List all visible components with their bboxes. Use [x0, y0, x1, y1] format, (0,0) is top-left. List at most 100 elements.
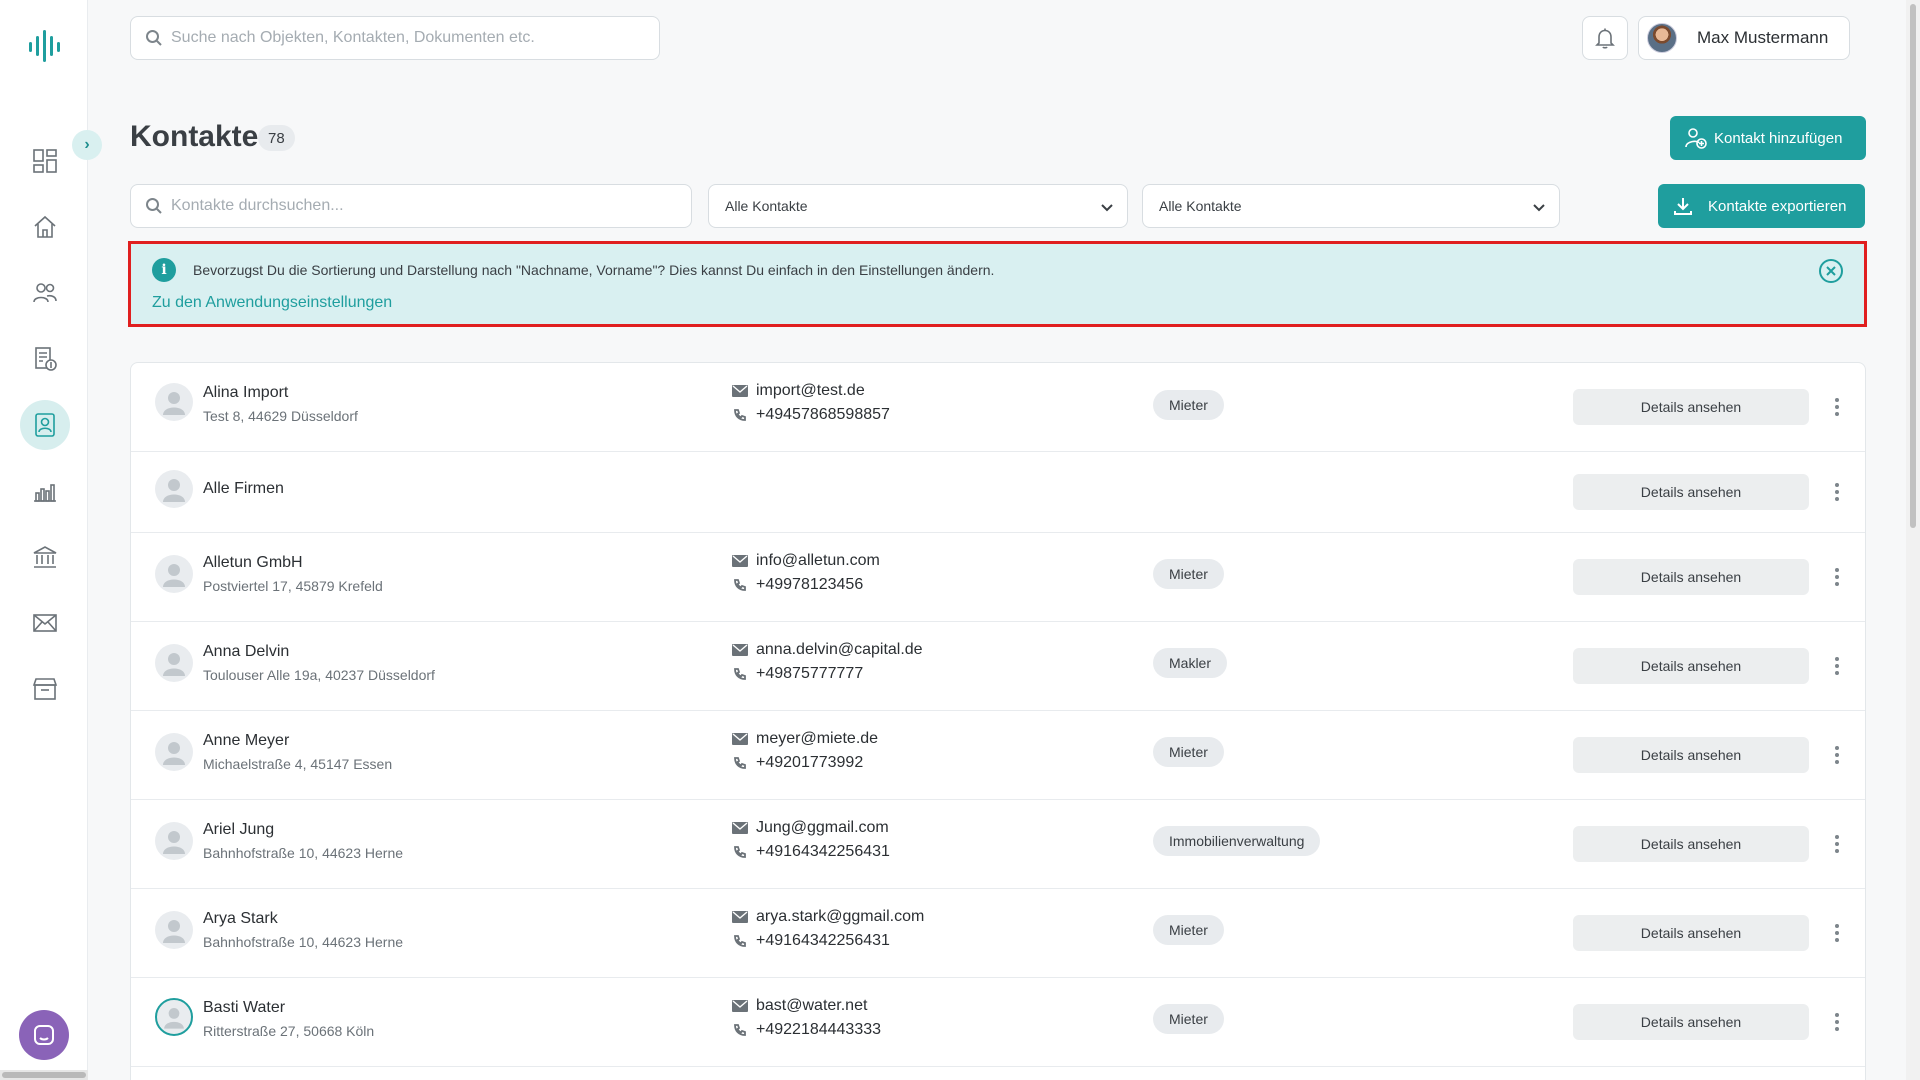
add-contact-label: Kontakt hinzufügen	[1714, 129, 1843, 147]
phone-icon	[734, 935, 746, 947]
contact-name[interactable]: Alina Import	[203, 384, 288, 402]
more-options-icon[interactable]	[1827, 829, 1847, 859]
phone-icon	[734, 1024, 746, 1036]
contact-email: meyer@miete.de	[732, 730, 878, 748]
contact-phone-text: +49164342256431	[756, 843, 890, 860]
global-search-input[interactable]: Suche nach Objekten, Kontakten, Dokument…	[130, 16, 660, 60]
details-button[interactable]: Details ansehen	[1573, 559, 1809, 595]
contact-email: anna.delvin@capital.de	[732, 641, 923, 659]
person-placeholder-icon	[163, 742, 185, 765]
details-button[interactable]: Details ansehen	[1573, 826, 1809, 862]
user-name: Max Mustermann	[1697, 28, 1829, 47]
mail-icon	[732, 822, 748, 834]
nav-reports[interactable]	[20, 466, 70, 516]
scrollbar-thumb[interactable]	[2, 1072, 86, 1078]
contact-name[interactable]: Anne Meyer	[203, 732, 289, 750]
user-menu[interactable]: Max Mustermann	[1638, 16, 1850, 60]
details-button[interactable]: Details ansehen	[1573, 1004, 1809, 1040]
contact-role-tag: Mieter	[1153, 1004, 1224, 1034]
global-search-placeholder: Suche nach Objekten, Kontakten, Dokument…	[171, 29, 535, 46]
details-button[interactable]: Details ansehen	[1573, 915, 1809, 951]
contact-name[interactable]: Anna Delvin	[203, 643, 289, 661]
contact-name[interactable]: Ariel Jung	[203, 821, 274, 839]
contact-email-text: Jung@ggmail.com	[756, 819, 889, 836]
nav-mail[interactable]	[20, 598, 70, 648]
app-logo[interactable]	[26, 30, 62, 62]
sidebar-expand-button[interactable]: ›	[72, 130, 102, 160]
list-item: Basti Water Ritterstraße 27, 50668 Köln …	[131, 978, 1865, 1067]
contact-phone: +49457868598857	[732, 406, 890, 424]
nav-users[interactable]	[20, 268, 70, 318]
contact-role-tag: Immobilienverwaltung	[1153, 826, 1321, 856]
contact-email-text: bast@water.net	[756, 997, 868, 1014]
more-options-icon[interactable]	[1827, 562, 1847, 592]
nav-billing[interactable]	[20, 334, 70, 384]
contact-phone-text: +49164342256431	[756, 932, 890, 949]
contact-phone: +49201773992	[732, 754, 863, 772]
details-button[interactable]: Details ansehen	[1573, 648, 1809, 684]
contact-avatar	[155, 733, 193, 771]
horizontal-scrollbar[interactable]	[0, 1070, 88, 1080]
nav-home[interactable]	[20, 202, 70, 252]
export-contacts-button[interactable]: Kontakte exportieren	[1658, 184, 1865, 228]
chat-launcher[interactable]	[19, 1010, 69, 1060]
billing-icon	[35, 347, 57, 371]
vertical-scrollbar[interactable]	[1906, 0, 1920, 1080]
contact-phone-text: +4922184443333	[756, 1021, 882, 1038]
contacts-count-badge: 78	[258, 125, 295, 151]
phone-icon	[734, 846, 746, 858]
mail-icon	[732, 911, 748, 923]
chevron-down-icon	[1533, 204, 1545, 212]
chat-icon	[34, 1025, 54, 1045]
list-item: Anne Meyer Michaelstraße 4, 45147 Essen …	[131, 711, 1865, 800]
more-options-icon[interactable]	[1827, 740, 1847, 770]
contact-email: bast@water.net	[732, 997, 867, 1015]
contacts-icon	[35, 413, 55, 437]
contact-email-text: anna.delvin@capital.de	[756, 641, 923, 658]
contact-avatar	[155, 911, 193, 949]
contact-name[interactable]: Basti Water	[203, 999, 285, 1017]
more-options-icon[interactable]	[1827, 1007, 1847, 1037]
nav-bank[interactable]	[20, 532, 70, 582]
notifications-button[interactable]	[1582, 16, 1628, 60]
contact-name[interactable]: Alle Firmen	[203, 480, 284, 498]
contact-name[interactable]: Arya Stark	[203, 910, 278, 928]
details-button[interactable]: Details ansehen	[1573, 389, 1809, 425]
scrollbar-thumb[interactable]	[1910, 4, 1916, 528]
contact-search-input[interactable]: Kontakte durchsuchen...	[130, 184, 692, 228]
more-options-icon[interactable]	[1827, 918, 1847, 948]
list-item: Alina Import Test 8, 44629 Düsseldorf im…	[131, 363, 1865, 452]
contact-phone: +49875777777	[732, 665, 863, 683]
more-options-icon[interactable]	[1827, 392, 1847, 422]
mail-icon	[732, 1000, 748, 1012]
contact-name[interactable]: Alletun GmbH	[203, 554, 303, 572]
person-placeholder-icon	[163, 831, 185, 854]
nav-contacts[interactable]	[20, 400, 70, 450]
sidebar	[0, 0, 88, 1080]
app-settings-link[interactable]: Zu den Anwendungseinstellungen	[152, 294, 392, 312]
contact-avatar	[155, 383, 193, 421]
details-button[interactable]: Details ansehen	[1573, 737, 1809, 773]
more-options-icon[interactable]	[1827, 477, 1847, 507]
contact-role-tag: Mieter	[1153, 737, 1224, 767]
close-icon[interactable]	[1818, 258, 1844, 284]
list-item: Arya Stark Bahnhofstraße 10, 44623 Herne…	[131, 889, 1865, 978]
contact-group-select[interactable]: Alle Kontakte	[1142, 184, 1560, 228]
bell-icon	[1595, 28, 1615, 49]
chevron-down-icon	[1101, 204, 1113, 212]
archive-icon	[32, 678, 58, 700]
nav-dashboard[interactable]	[20, 136, 70, 186]
nav-archive[interactable]	[20, 664, 70, 714]
contact-avatar	[155, 644, 193, 682]
more-options-icon[interactable]	[1827, 651, 1847, 681]
contact-address: Toulouser Alle 19a, 40237 Düsseldorf	[203, 667, 435, 683]
contact-role-tag: Mieter	[1153, 390, 1224, 420]
add-contact-button[interactable]: Kontakt hinzufügen	[1670, 116, 1866, 160]
contact-avatar	[155, 470, 193, 508]
contact-address: Postviertel 17, 45879 Krefeld	[203, 578, 383, 594]
contact-type-select[interactable]: Alle Kontakte	[708, 184, 1128, 228]
mail-icon	[732, 733, 748, 745]
contact-phone: +49164342256431	[732, 932, 890, 950]
details-button[interactable]: Details ansehen	[1573, 474, 1809, 510]
banner-message: Bevorzugst Du die Sortierung und Darstel…	[193, 262, 995, 278]
